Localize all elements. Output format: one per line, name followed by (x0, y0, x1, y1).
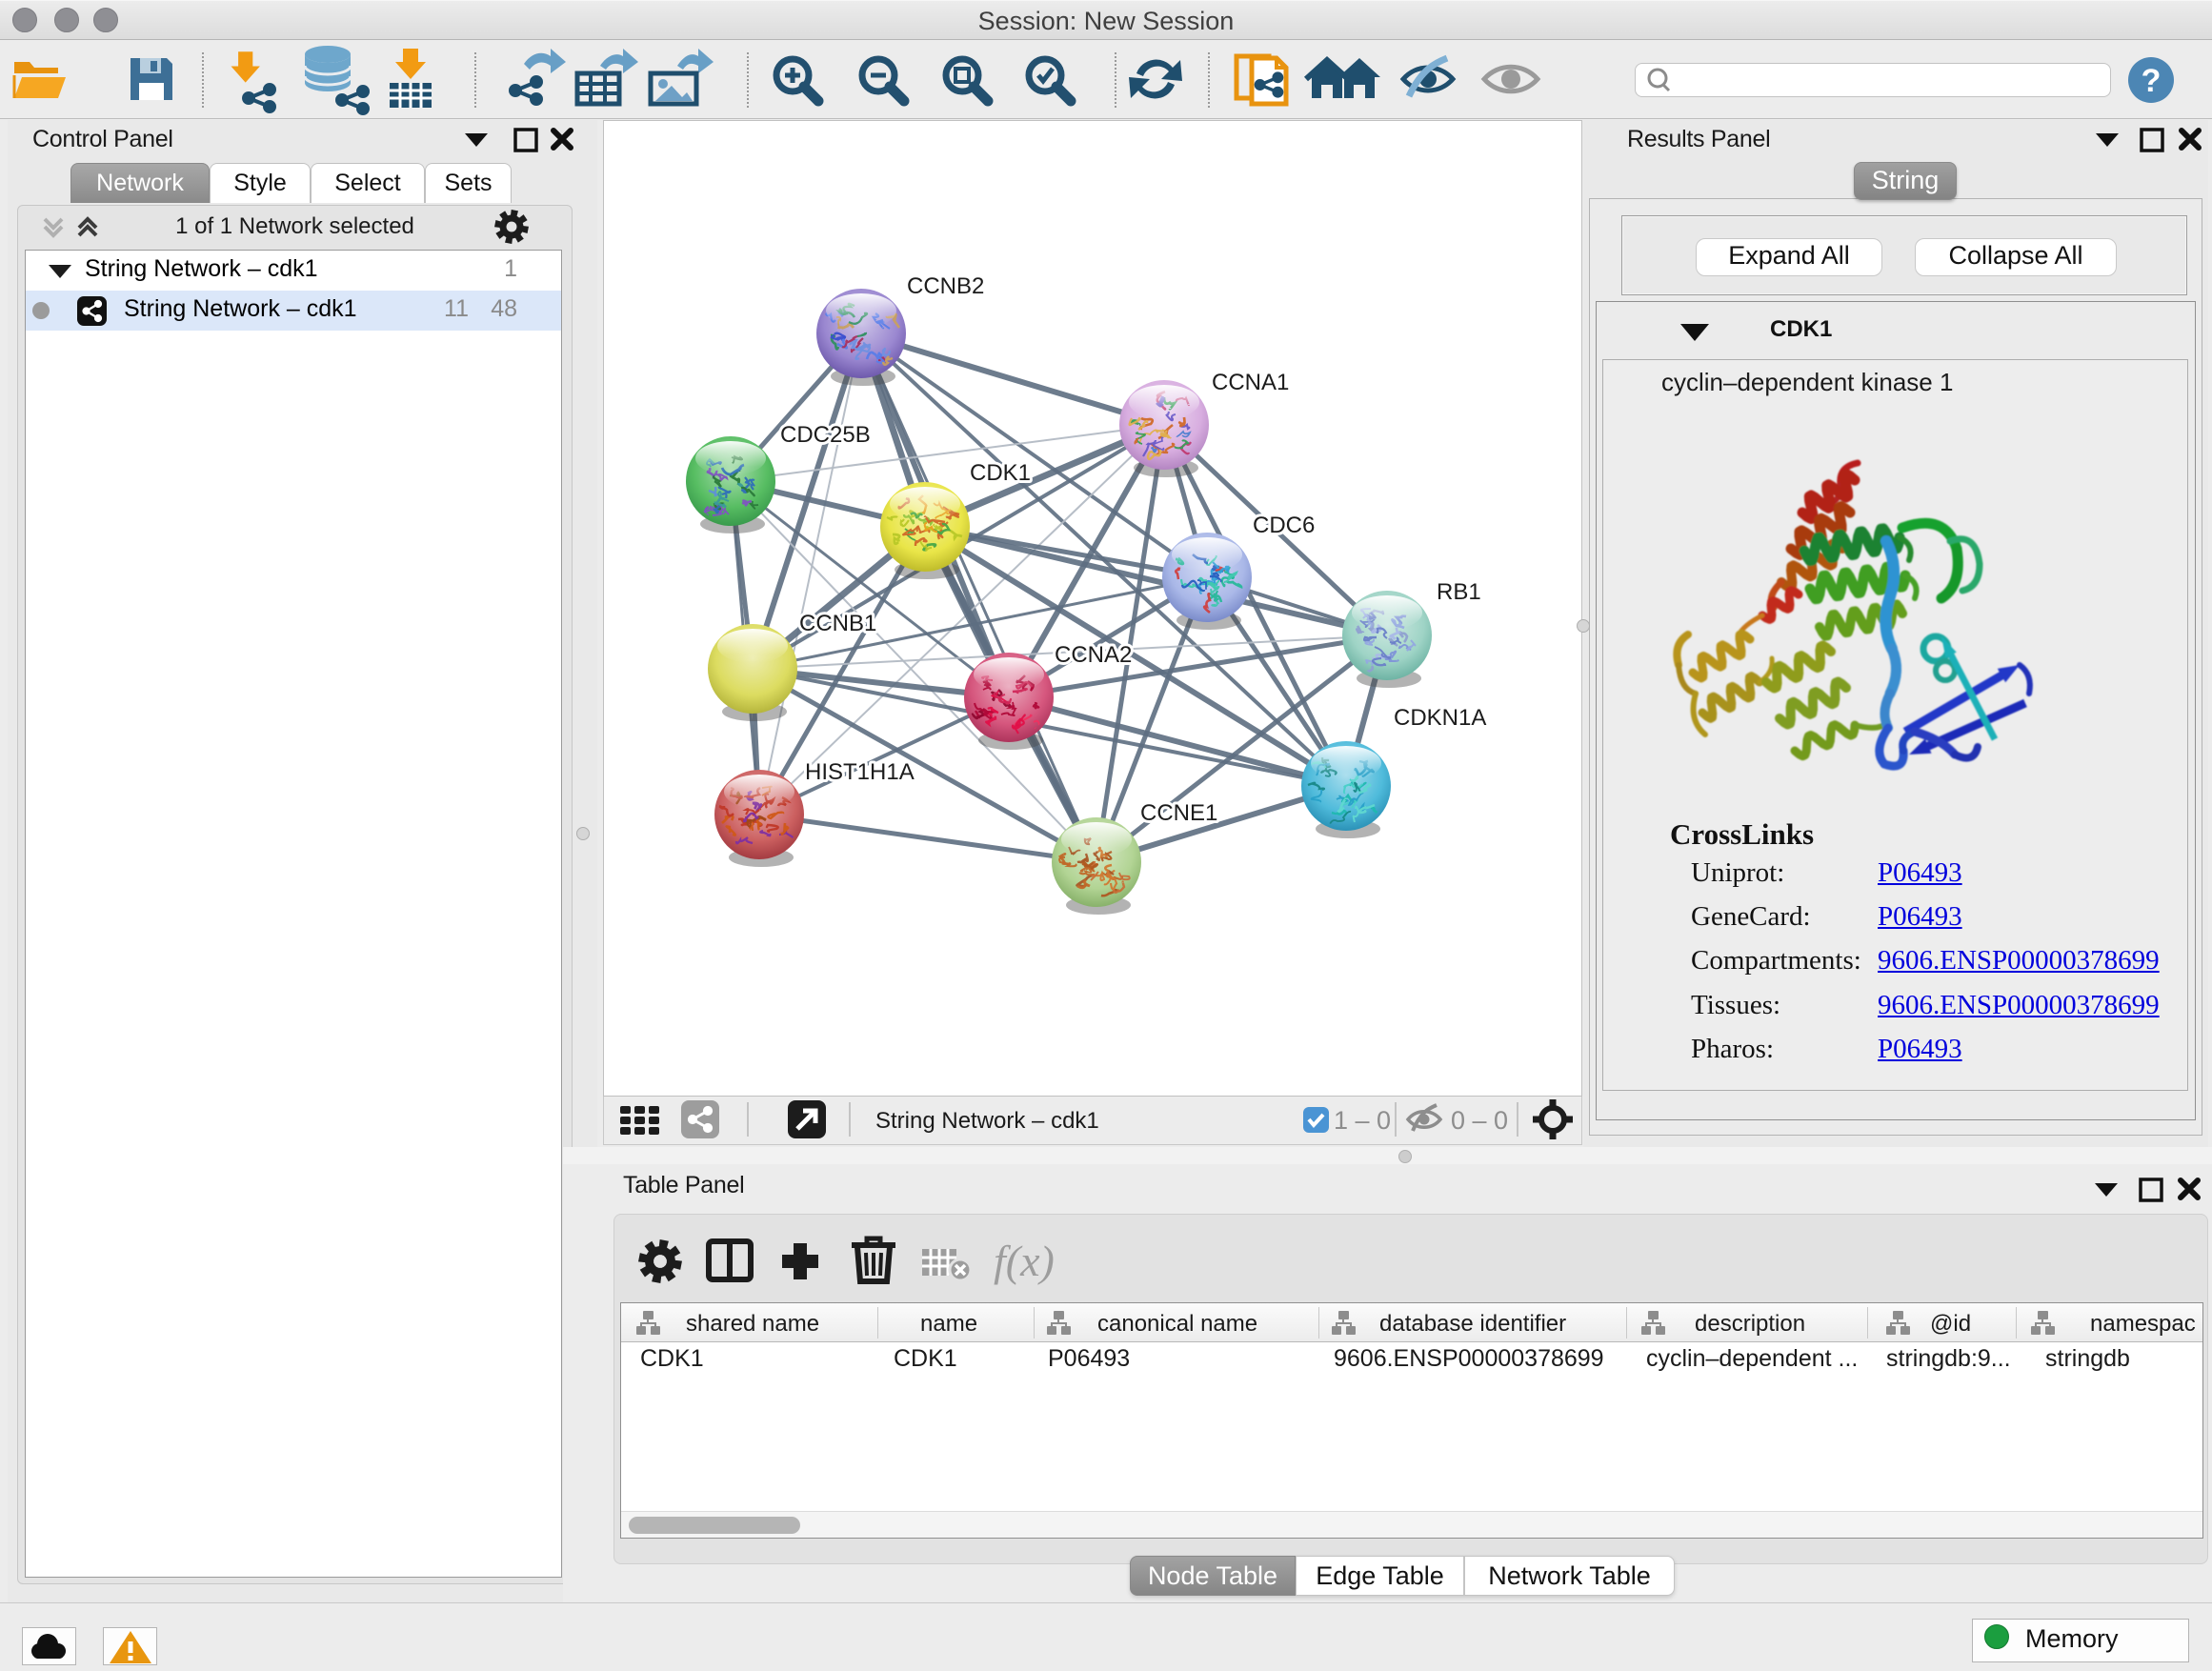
svg-text:?: ? (2142, 63, 2162, 99)
svg-text:CCNA2: CCNA2 (1055, 642, 1132, 668)
svg-text:CDC25B: CDC25B (780, 422, 871, 448)
svg-text:CCNE1: CCNE1 (1140, 800, 1217, 826)
svg-text:CCNB1: CCNB1 (799, 611, 876, 636)
svg-text:1 – 0: 1 – 0 (1334, 1106, 1391, 1135)
svg-text:String Network – cdk1: String Network – cdk1 (875, 1108, 1099, 1134)
svg-text:CDKN1A: CDKN1A (1394, 705, 1486, 731)
svg-text:CCNA1: CCNA1 (1212, 370, 1289, 395)
svg-text:RB1: RB1 (1437, 579, 1481, 605)
svg-text:CCNB2: CCNB2 (907, 273, 984, 299)
svg-text:CDC6: CDC6 (1253, 513, 1315, 538)
svg-text:CDK1: CDK1 (970, 460, 1031, 486)
svg-text:f(x): f(x) (994, 1237, 1055, 1285)
svg-text:HIST1H1A: HIST1H1A (805, 759, 915, 785)
svg-text:0 – 0: 0 – 0 (1451, 1106, 1508, 1135)
